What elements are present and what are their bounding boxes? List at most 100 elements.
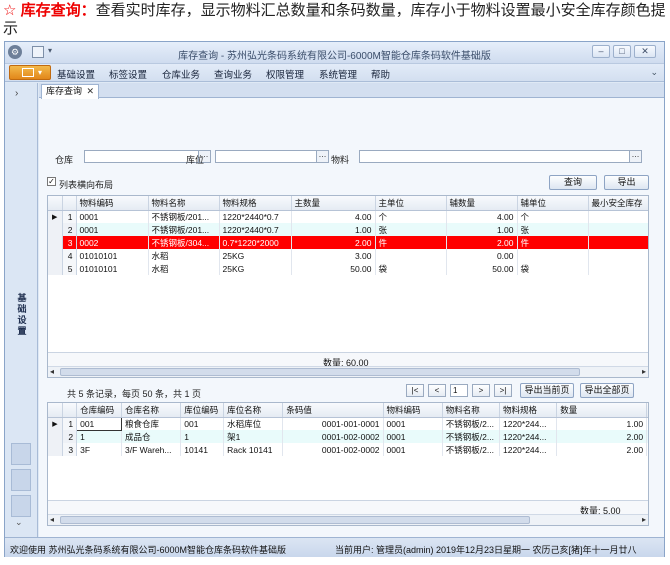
cell-aux-qty[interactable]: 0.00 — [446, 249, 518, 262]
scroll-right-icon[interactable]: ▸ — [642, 515, 646, 524]
cell-code[interactable]: 01010101 — [76, 249, 149, 262]
menu-help[interactable]: 帮助 — [371, 67, 390, 81]
location-browse-button[interactable]: … — [316, 151, 328, 162]
cell-wh-code[interactable]: 001 — [76, 416, 123, 431]
expand-nav-icon[interactable]: › — [15, 88, 18, 99]
cell-loc-name[interactable]: Rack 10141 — [223, 443, 284, 456]
column-header[interactable]: 物料名称 — [148, 196, 220, 211]
nav-switch-button-2[interactable] — [11, 469, 31, 491]
prev-page-button[interactable]: < — [428, 384, 446, 397]
cell-unit[interactable]: 个 — [375, 210, 447, 223]
cell-name[interactable]: 不锈钢板/201... — [148, 223, 220, 236]
sidebar-group-label[interactable]: 基础设置 — [15, 293, 29, 337]
cell-unit[interactable]: 个 — [646, 443, 648, 456]
column-header[interactable]: 条码值 — [282, 403, 384, 418]
cell-unit[interactable]: 件 — [375, 236, 447, 249]
cell-aux-qty[interactable]: 2.00 — [446, 236, 518, 249]
cell-unit[interactable]: 张 — [375, 223, 447, 236]
cell-spec[interactable]: 0.7*1220*2000 — [219, 236, 292, 249]
menu-system[interactable]: 系统管理 — [319, 67, 357, 81]
scroll-left-icon[interactable]: ◂ — [50, 515, 54, 524]
cell-aux-unit[interactable]: 袋 — [517, 262, 589, 275]
column-header[interactable]: 物料规格 — [219, 196, 292, 211]
column-header[interactable]: 仓库名称 — [121, 403, 182, 418]
scroll-right-icon[interactable]: ▸ — [642, 367, 646, 376]
cell-wh-code[interactable]: 1 — [76, 430, 123, 443]
scroll-thumb[interactable] — [60, 516, 530, 524]
cell-loc-code[interactable]: 10141 — [180, 443, 225, 456]
column-header[interactable]: 主数量 — [291, 196, 376, 211]
cell-min-stock[interactable] — [588, 262, 648, 275]
close-button[interactable]: ✕ — [634, 45, 656, 58]
column-header[interactable]: 物料编码 — [383, 403, 443, 418]
table-row[interactable]: 2 0001 不锈钢板/201... 1220*2440*0.7 1.00 张 … — [48, 223, 648, 236]
cell-wh-code[interactable]: 3F — [76, 443, 123, 456]
cell-spec[interactable]: 1220*2440*0.7 — [219, 223, 292, 236]
detail-horizontal-scrollbar[interactable]: ◂ ▸ — [48, 514, 648, 525]
cell-mat-code[interactable]: 0001 — [383, 417, 443, 430]
menu-basic-settings[interactable]: 基础设置 — [57, 67, 95, 81]
cell-wh-name[interactable]: 粮食仓库 — [121, 417, 182, 430]
cell-mat-code[interactable]: 0001 — [383, 443, 443, 456]
cell-qty[interactable]: 50.00 — [291, 262, 376, 275]
maximize-button[interactable]: □ — [613, 45, 631, 58]
cell-min-stock[interactable] — [588, 249, 648, 262]
cell-qty[interactable]: 4.00 — [291, 210, 376, 223]
export-current-page-button[interactable]: 导出当前页 — [520, 383, 574, 398]
menu-query-business[interactable]: 查询业务 — [214, 67, 252, 81]
cell-min-stock[interactable] — [588, 223, 648, 236]
cell-qty[interactable]: 2.00 — [556, 443, 648, 456]
table-row[interactable]: ▶ 1 0001 不锈钢板/201... 1220*2440*0.7 4.00 … — [48, 210, 648, 223]
cell-spec[interactable]: 1220*244... — [499, 430, 558, 443]
cell-aux-unit[interactable]: 张 — [517, 223, 589, 236]
cell-spec[interactable]: 25KG — [219, 262, 292, 275]
table-row[interactable]: 3 3F 3/F Wareh... 10141 Rack 10141 0001-… — [48, 443, 648, 456]
cell-min-stock[interactable] — [588, 236, 648, 249]
column-header[interactable]: 仓库编码 — [76, 403, 123, 418]
cell-qty[interactable]: 1.00 — [556, 417, 648, 430]
scroll-thumb[interactable] — [60, 368, 580, 376]
horizontal-layout-checkbox[interactable]: ✓ — [47, 177, 56, 186]
cell-name[interactable]: 不锈钢板/304... — [148, 236, 220, 249]
column-header[interactable]: 库位编码 — [180, 403, 225, 418]
export-all-pages-button[interactable]: 导出全部页 — [580, 383, 634, 398]
cell-wh-name[interactable]: 3/F Wareh... — [121, 443, 182, 456]
tab-inventory-query[interactable]: 库存查询 ✕ — [41, 84, 99, 99]
first-page-button[interactable]: |< — [406, 384, 424, 397]
summary-horizontal-scrollbar[interactable]: ◂ ▸ — [48, 366, 648, 377]
cell-unit[interactable]: 袋 — [375, 262, 447, 275]
column-header[interactable]: 物料名称 — [442, 403, 500, 418]
cell-aux-qty[interactable]: 4.00 — [446, 210, 518, 223]
next-page-button[interactable]: > — [472, 384, 490, 397]
cell-wh-name[interactable]: 成品仓 — [121, 430, 182, 443]
table-row[interactable]: 5 01010101 水稻 25KG 50.00 袋 50.00 袋 — [48, 262, 648, 275]
column-header[interactable]: 主单位 — [375, 196, 447, 211]
menu-warehouse-business[interactable]: 仓库业务 — [162, 67, 200, 81]
cell-spec[interactable]: 25KG — [219, 249, 292, 262]
minimize-button[interactable]: – — [592, 45, 610, 58]
scroll-left-icon[interactable]: ◂ — [50, 367, 54, 376]
cell-qty[interactable]: 3.00 — [291, 249, 376, 262]
column-header[interactable]: 数量 — [556, 403, 648, 418]
cell-mat-name[interactable]: 不锈钢板/2... — [442, 417, 500, 430]
column-header[interactable]: 主单 — [646, 403, 648, 418]
cell-barcode[interactable]: 0001-002-0002 — [282, 443, 384, 456]
cell-unit[interactable]: 个 — [646, 430, 648, 443]
cell-barcode[interactable]: 0001-002-0002 — [282, 430, 384, 443]
cell-aux-unit[interactable]: 件 — [517, 236, 589, 249]
cell-mat-name[interactable]: 不锈钢板/2... — [442, 443, 500, 456]
nav-switch-button-3[interactable] — [11, 495, 31, 517]
material-browse-button[interactable]: … — [629, 151, 641, 162]
cell-unit[interactable]: 张 — [646, 417, 648, 430]
cell-loc-code[interactable]: 001 — [180, 417, 225, 430]
menu-label-settings[interactable]: 标签设置 — [109, 67, 147, 81]
column-header[interactable]: 物料规格 — [499, 403, 558, 418]
menu-permission[interactable]: 权限管理 — [266, 67, 304, 81]
table-row[interactable]: 4 01010101 水稻 25KG 3.00 0.00 — [48, 249, 648, 262]
column-header[interactable]: 库位名称 — [223, 403, 284, 418]
column-header[interactable]: 辅单位 — [517, 196, 589, 211]
cell-code[interactable]: 0001 — [76, 223, 149, 236]
nav-more-icon[interactable]: ⌄ — [15, 517, 23, 528]
cell-name[interactable]: 不锈钢板/201... — [148, 210, 220, 223]
cell-barcode[interactable]: 0001-001-0001 — [282, 417, 384, 430]
